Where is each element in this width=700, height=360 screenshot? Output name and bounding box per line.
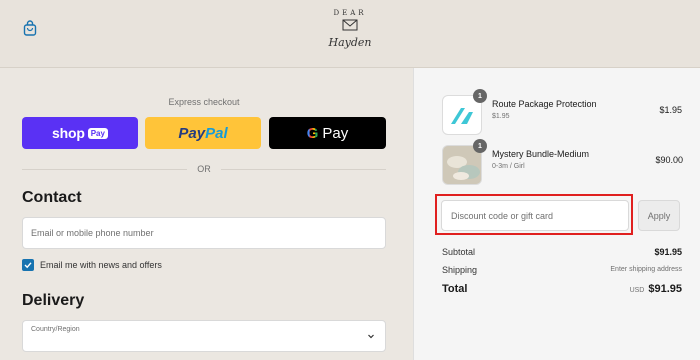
- checkout-form-panel: Express checkout shop Pay PayPal G Pay OR …: [0, 68, 413, 360]
- total-value: $91.95: [648, 283, 682, 295]
- divider-line: [220, 168, 386, 170]
- cart-bag-button[interactable]: [20, 18, 40, 38]
- paypal-button[interactable]: PayPal: [145, 117, 261, 149]
- google-pay-button[interactable]: G Pay: [269, 117, 386, 149]
- express-checkout-label: Express checkout: [168, 97, 240, 107]
- subtotal-label: Subtotal: [442, 247, 476, 257]
- or-divider: OR: [22, 163, 386, 175]
- checkmark-icon: [24, 262, 32, 269]
- logo-top-text: DEAR: [333, 9, 366, 17]
- quantity-badge: 1: [473, 89, 487, 103]
- country-label: Country/Region: [31, 326, 80, 333]
- discount-code-input[interactable]: Discount code or gift card: [441, 200, 629, 231]
- or-text: OR: [197, 164, 211, 174]
- product-price: $1.95: [659, 105, 682, 115]
- order-line-item: 1 Route Package Protection $1.95 $1.95: [442, 89, 682, 137]
- product-variant: $1.95: [492, 113, 510, 120]
- google-pay-label: Pay: [322, 124, 349, 142]
- shipping-value: Enter shipping address: [610, 266, 682, 273]
- shop-pay-wordmark: shop: [52, 125, 85, 141]
- newsletter-checkbox[interactable]: [22, 259, 34, 271]
- delivery-heading: Delivery: [22, 292, 85, 309]
- product-name: Mystery Bundle-Medium: [492, 149, 590, 159]
- discount-placeholder: Discount code or gift card: [451, 210, 554, 221]
- google-g-icon: G: [306, 124, 319, 142]
- newsletter-label: Email me with news and offers: [40, 260, 162, 270]
- total-label: Total: [442, 283, 468, 295]
- site-header: DEAR Hayden: [0, 0, 700, 68]
- apply-discount-button[interactable]: Apply: [638, 200, 680, 231]
- email-field[interactable]: Email or mobile phone number: [22, 217, 386, 249]
- product-name: Route Package Protection: [492, 99, 597, 109]
- shipping-label: Shipping: [442, 265, 478, 275]
- order-line-item: 1 Mystery Bundle-Medium 0-3m / Girl $90.…: [442, 139, 683, 187]
- paypal-wordmark-pal: Pal: [205, 124, 228, 142]
- product-price: $90.00: [655, 155, 683, 165]
- email-placeholder: Email or mobile phone number: [31, 228, 154, 238]
- order-summary-panel: 1 Route Package Protection $1.95 $1.95 1…: [413, 68, 700, 360]
- subtotal-row: Subtotal $91.95: [442, 247, 682, 257]
- chevron-down-icon: [368, 334, 374, 339]
- quantity-badge: 1: [473, 139, 487, 153]
- country-select[interactable]: Country/Region: [22, 320, 386, 352]
- store-logo[interactable]: DEAR Hayden: [322, 4, 378, 60]
- total-currency: USD: [629, 287, 645, 294]
- shop-pay-badge: Pay: [87, 127, 108, 139]
- total-row: Total USD $91.95: [442, 283, 682, 295]
- subtotal-value: $91.95: [654, 247, 682, 257]
- shipping-row: Shipping Enter shipping address: [442, 265, 682, 275]
- divider-line: [22, 168, 188, 170]
- logo-script-text: Hayden: [327, 36, 371, 49]
- paypal-wordmark-pay: Pay: [178, 124, 206, 142]
- contact-heading: Contact: [22, 189, 82, 206]
- newsletter-option[interactable]: Email me with news and offers: [22, 259, 162, 271]
- product-variant: 0-3m / Girl: [492, 163, 525, 170]
- shopping-bag-icon: [23, 20, 37, 36]
- shop-pay-button[interactable]: shop Pay: [22, 117, 138, 149]
